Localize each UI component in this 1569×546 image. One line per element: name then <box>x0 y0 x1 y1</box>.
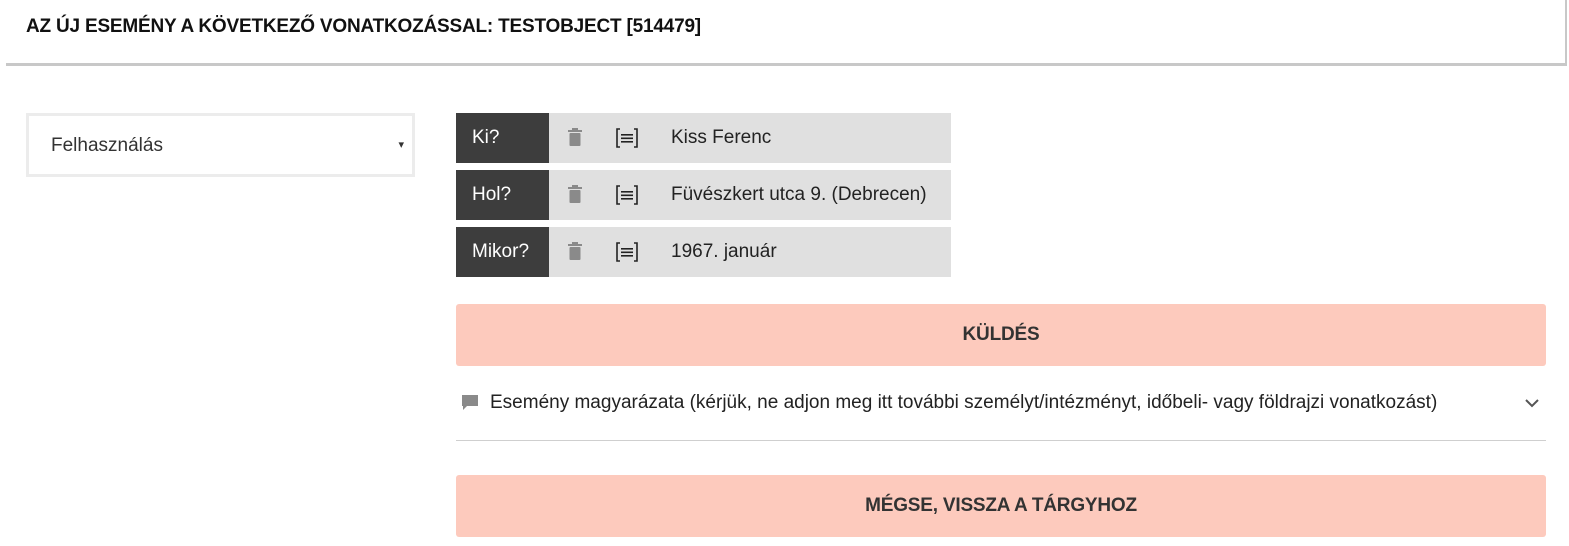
field-value: Füvészkert utca 9. (Debrecen) <box>671 184 927 205</box>
field-value: 1967. január <box>671 241 777 262</box>
field-row-hol: Hol? Füvészkert utca 9. (Debrecen) <box>456 170 951 220</box>
details-icon[interactable] <box>616 184 638 206</box>
explanation-label: Esemény magyarázata (kérjük, ne adjon me… <box>490 392 1438 413</box>
caret-down-icon: ▾ <box>398 139 404 151</box>
event-type-select[interactable]: Felhasználás ▾ <box>26 113 415 177</box>
page-title: AZ ÚJ ESEMÉNY A KÖVETKEZŐ VONATKOZÁSSAL:… <box>26 16 701 37</box>
field-label: Mikor? <box>456 227 549 277</box>
trash-icon[interactable] <box>568 185 582 203</box>
event-type-selected-value: Felhasználás <box>51 135 163 156</box>
chevron-down-icon[interactable] <box>1524 396 1540 408</box>
details-icon[interactable] <box>616 127 638 149</box>
field-row-ki: Ki? Kiss Ferenc <box>456 113 951 163</box>
explanation-toggle[interactable]: Esemény magyarázata (kérjük, ne adjon me… <box>456 380 1546 441</box>
field-label: Hol? <box>456 170 549 220</box>
trash-icon[interactable] <box>568 242 582 260</box>
trash-icon[interactable] <box>568 128 582 146</box>
field-label: Ki? <box>456 113 549 163</box>
submit-button[interactable]: KÜLDÉS <box>456 304 1546 366</box>
field-value: Kiss Ferenc <box>671 127 772 148</box>
page-header: AZ ÚJ ESEMÉNY A KÖVETKEZŐ VONATKOZÁSSAL:… <box>6 0 1567 66</box>
field-row-mikor: Mikor? 1967. január <box>456 227 951 277</box>
cancel-button[interactable]: MÉGSE, VISSZA A TÁRGYHOZ <box>456 475 1546 537</box>
details-icon[interactable] <box>616 241 638 263</box>
comment-icon <box>461 394 479 412</box>
